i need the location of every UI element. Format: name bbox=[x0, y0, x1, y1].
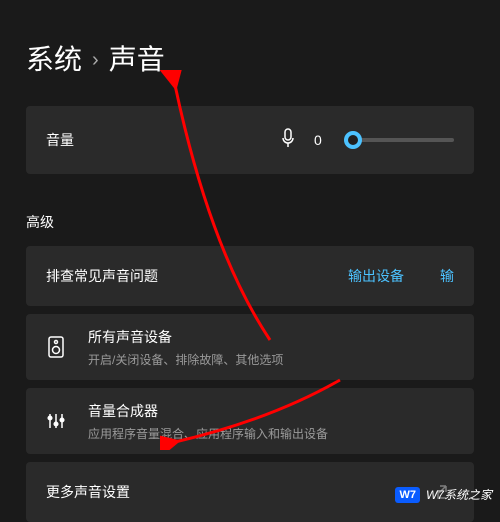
slider-thumb[interactable] bbox=[344, 131, 362, 149]
watermark-text: W7系统之家 bbox=[426, 486, 492, 503]
troubleshoot-label: 排查常见声音问题 bbox=[46, 266, 158, 286]
mixer-title: 音量合成器 bbox=[88, 401, 328, 421]
volume-card: 音量 0 bbox=[26, 106, 474, 174]
output-device-button[interactable]: 输出设备 bbox=[348, 266, 404, 286]
mixer-icon bbox=[46, 409, 66, 433]
volume-label: 音量 bbox=[46, 130, 74, 150]
all-devices-subtitle: 开启/关闭设备、排除故障、其他选项 bbox=[88, 351, 283, 368]
more-settings-label: 更多声音设置 bbox=[46, 482, 130, 502]
troubleshoot-links: 输出设备 输 bbox=[348, 266, 454, 286]
all-devices-title: 所有声音设备 bbox=[88, 327, 283, 347]
breadcrumb: 系统 › 声音 bbox=[0, 0, 500, 106]
volume-slider[interactable] bbox=[344, 138, 454, 142]
section-header-advanced: 高级 bbox=[0, 182, 500, 246]
watermark-badge: W7 bbox=[395, 487, 420, 503]
troubleshoot-card: 排查常见声音问题 输出设备 输 bbox=[26, 246, 474, 306]
all-devices-text: 所有声音设备 开启/关闭设备、排除故障、其他选项 bbox=[88, 327, 283, 368]
all-sound-devices-card[interactable]: 所有声音设备 开启/关闭设备、排除故障、其他选项 bbox=[26, 314, 474, 380]
microphone-icon[interactable] bbox=[280, 128, 296, 153]
speaker-device-icon bbox=[46, 335, 66, 359]
breadcrumb-current: 声音 bbox=[109, 38, 165, 78]
mixer-subtitle: 应用程序音量混合、应用程序输入和输出设备 bbox=[88, 425, 328, 442]
input-device-button[interactable]: 输 bbox=[440, 266, 454, 286]
breadcrumb-parent[interactable]: 系统 bbox=[26, 38, 82, 78]
volume-mixer-card[interactable]: 音量合成器 应用程序音量混合、应用程序输入和输出设备 bbox=[26, 388, 474, 454]
mixer-text: 音量合成器 应用程序音量混合、应用程序输入和输出设备 bbox=[88, 401, 328, 442]
volume-controls: 0 bbox=[280, 128, 454, 153]
chevron-right-icon: › bbox=[92, 49, 99, 72]
volume-value: 0 bbox=[314, 132, 326, 148]
watermark: W7 W7系统之家 bbox=[395, 486, 492, 503]
